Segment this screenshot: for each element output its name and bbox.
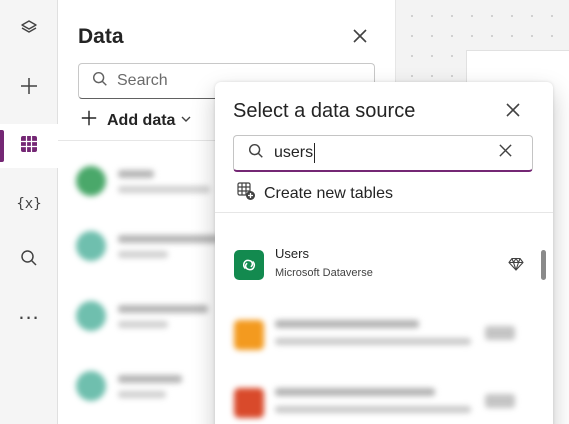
data-button[interactable] (0, 124, 58, 168)
left-rail: {x} ... (0, 0, 58, 424)
data-source-item-users[interactable]: Users Microsoft Dataverse (215, 240, 533, 292)
results-scrollbar[interactable] (541, 250, 546, 280)
variables-icon: {x} (16, 196, 42, 212)
select-data-source-dialog: Select a data source users Create new ta… (215, 82, 553, 424)
data-source-item[interactable] (215, 378, 533, 424)
add-data-label: Add data (107, 111, 176, 129)
dataverse-icon (234, 250, 264, 280)
search-value: users (274, 144, 314, 161)
chevron-down-icon (180, 112, 192, 130)
data-source-name: Users (275, 246, 309, 261)
close-icon (505, 102, 521, 123)
dialog-title: Select a data source (233, 100, 416, 122)
data-source-item[interactable] (215, 310, 533, 362)
tree-view-button[interactable] (0, 8, 58, 52)
text-caret (314, 143, 316, 163)
close-icon (352, 28, 368, 49)
create-new-tables-label: Create new tables (264, 184, 393, 202)
create-new-tables-button[interactable]: Create new tables (236, 181, 393, 206)
search-icon (91, 70, 109, 93)
plus-icon (80, 109, 98, 132)
insert-button[interactable] (0, 66, 58, 110)
search-button[interactable] (0, 238, 58, 282)
clear-search-button[interactable] (496, 144, 514, 162)
variables-button[interactable]: {x} (0, 182, 58, 226)
search-icon (247, 142, 265, 165)
dialog-close-button[interactable] (502, 101, 524, 123)
search-placeholder: Search (117, 72, 168, 89)
panel-title: Data (78, 25, 124, 48)
more-button[interactable]: ... (0, 294, 58, 338)
data-source-search-input[interactable]: users (233, 135, 533, 172)
premium-diamond-icon (508, 256, 524, 272)
data-source-provider: Microsoft Dataverse (275, 267, 373, 279)
more-icon: ... (18, 299, 40, 324)
panel-close-button[interactable] (350, 28, 370, 48)
divider (215, 212, 553, 213)
table-grid-icon (19, 134, 39, 159)
plus-icon (19, 76, 39, 101)
search-icon (19, 248, 39, 273)
table-add-icon (236, 181, 256, 206)
layers-icon (19, 18, 39, 43)
close-icon (498, 143, 513, 163)
add-data-button[interactable]: Add data (80, 109, 192, 132)
